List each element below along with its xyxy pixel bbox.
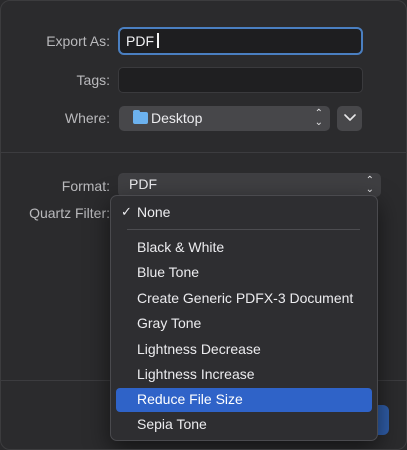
menu-item-label: None [137,204,171,220]
export-as-value: PDF [126,33,154,49]
export-dialog: Export As: PDF Tags: Where: Desktop ⌃ ⌄ F… [0,0,407,450]
where-label: Where: [64,110,110,126]
export-as-field[interactable]: PDF [118,27,363,55]
menu-item-reduce-file-size[interactable]: Reduce File Size [116,388,372,412]
tags-field[interactable] [118,67,363,93]
section-divider [1,152,406,153]
menu-separator [127,229,360,230]
checkmark-icon: ✓ [121,204,132,219]
menu-item-lightness-increase[interactable]: Lightness Increase [116,363,372,387]
menu-item-label: Blue Tone [137,264,200,280]
quartz-filter-label: Quartz Filter: [29,205,110,221]
menu-item-lightness-decrease[interactable]: Lightness Decrease [116,338,372,362]
expand-button[interactable] [337,106,362,131]
menu-item-label: Sepia Tone [137,416,207,432]
menu-item-label: Gray Tone [137,315,202,331]
menu-item-label: Create Generic PDFX-3 Document [137,290,354,306]
menu-item-label: Lightness Decrease [137,341,261,357]
updown-chevron-icon: ⌃ ⌄ [365,175,374,195]
menu-item-label: Reduce File Size [137,391,243,407]
menu-item-label: Black & White [137,239,225,255]
tags-label: Tags: [76,72,110,88]
menu-item-sepia-tone[interactable]: Sepia Tone [116,413,372,437]
updown-chevron-icon: ⌃ ⌄ [314,108,323,128]
menu-item-gray-tone[interactable]: Gray Tone [116,312,372,336]
format-label: Format: [61,178,110,194]
menu-item-black-white[interactable]: Black & White [116,236,372,260]
menu-item-blue-tone[interactable]: Blue Tone [116,261,372,285]
where-popup[interactable]: Desktop ⌃ ⌄ [119,106,330,131]
chevron-down-icon [343,114,356,121]
folder-icon [133,110,148,124]
export-as-label: Export As: [46,33,110,49]
menu-item-label: Lightness Increase [137,366,255,382]
quartz-filter-menu: ✓ None Black & White Blue Tone Create Ge… [110,195,378,441]
menu-item-none[interactable]: ✓ None [116,201,372,225]
format-value: PDF [129,176,157,192]
format-popup[interactable]: PDF ⌃ ⌄ [118,173,381,197]
text-caret [157,33,159,48]
menu-item-pdfx3[interactable]: Create Generic PDFX-3 Document [116,287,372,311]
where-value: Desktop [151,110,203,126]
